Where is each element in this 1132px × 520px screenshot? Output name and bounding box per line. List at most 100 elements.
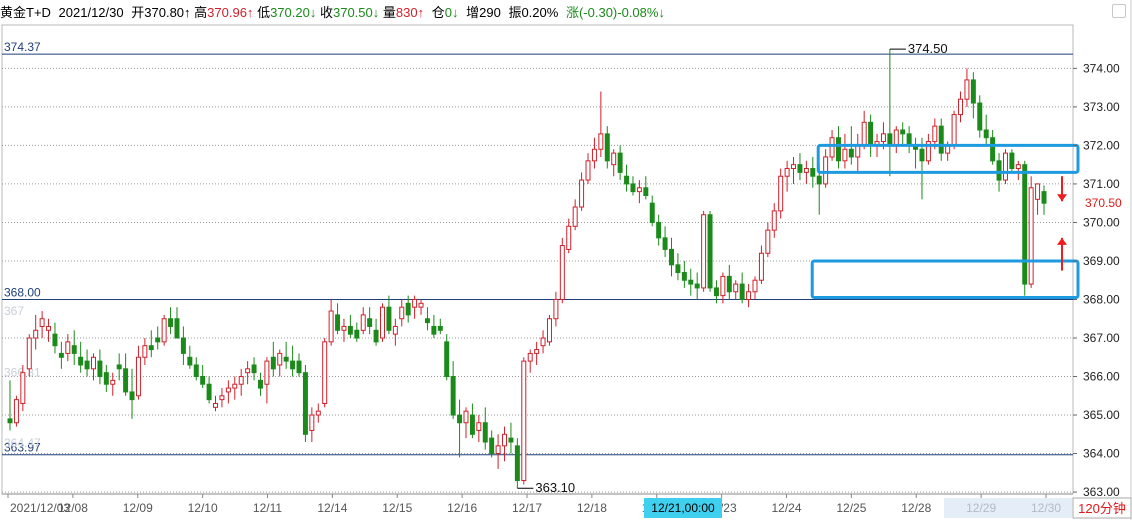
candle-body [418, 302, 424, 308]
candle-body [752, 279, 758, 293]
candle-body [13, 399, 19, 424]
x-tick-label: 12/10 [188, 501, 218, 515]
candle-body [964, 79, 970, 100]
candle-body [553, 298, 559, 320]
candle-body [739, 283, 745, 300]
candle-body [829, 137, 835, 158]
candle-body [617, 152, 623, 173]
candle-body [932, 125, 938, 143]
candle-body [58, 352, 64, 358]
candle-body [643, 187, 649, 196]
x-tick-label: 12/09 [123, 501, 153, 515]
candle-body [983, 129, 989, 139]
candle-body [527, 352, 533, 362]
y-tick-label: 369.00 [1083, 254, 1120, 268]
candle-body [444, 341, 450, 378]
candle-body [534, 349, 540, 354]
candle-body [900, 129, 906, 135]
candle-body [958, 98, 964, 116]
candle-body [861, 121, 867, 146]
candle-body [270, 356, 276, 370]
price-line-label: 374.37 [4, 40, 41, 54]
candle-body [405, 302, 411, 316]
candle-body [630, 183, 636, 193]
candle-body [219, 395, 225, 401]
candle-body [200, 376, 206, 385]
candle-body [264, 360, 270, 385]
y-tick-label: 374.00 [1083, 61, 1120, 75]
candle-body [803, 168, 809, 173]
candle-body [855, 144, 861, 158]
candle-body [675, 264, 681, 274]
candle-body [225, 387, 231, 393]
candle-body [951, 114, 957, 146]
candle-body [771, 210, 777, 231]
candle-body [84, 360, 90, 370]
x-tick-label: 12/17 [512, 501, 542, 515]
x-tick-label: 12/16 [447, 501, 477, 515]
candle-body [78, 356, 84, 366]
y-tick-label: 367.00 [1083, 331, 1120, 345]
y-tick-label: 371.00 [1083, 177, 1120, 191]
candle-body [129, 391, 135, 401]
candle-body [1015, 164, 1021, 170]
candle-body [296, 360, 302, 374]
candle-body [1041, 191, 1047, 204]
candle-body [20, 372, 26, 404]
candle-body [868, 121, 874, 146]
y-tick-label: 373.00 [1083, 100, 1120, 114]
candle-body [733, 283, 739, 293]
candle-body [579, 179, 585, 208]
y-tick-label: 363.00 [1083, 485, 1120, 499]
candle-body [155, 337, 161, 343]
candle-body [33, 329, 39, 339]
y-tick-label: 372.00 [1083, 138, 1120, 152]
candle-body [180, 337, 186, 354]
price-line-label: 368.00 [4, 285, 41, 299]
candle-body [277, 352, 283, 366]
x-tick-label: 12/28 [901, 501, 931, 515]
down-arrow [1057, 194, 1067, 202]
candle-body [919, 148, 925, 162]
candle-body [424, 318, 430, 324]
candle-body [103, 372, 109, 385]
y-tick-label: 368.00 [1083, 292, 1120, 306]
candle-body [386, 306, 392, 331]
candle-body [778, 175, 784, 212]
candle-body [168, 318, 174, 327]
candle-body [65, 341, 71, 354]
x-tick-label: 12/24 [771, 501, 801, 515]
candle-body [116, 364, 122, 370]
candle-body [816, 175, 822, 185]
y-tick-label: 370.00 [1083, 215, 1120, 229]
candle-body [591, 148, 597, 162]
candle-body [412, 298, 418, 308]
candlestick-chart[interactable]: 374.37368.00363.97 367366.31364.47 374.5… [0, 0, 1132, 520]
candle-body [1002, 152, 1008, 181]
candle-body [123, 368, 129, 393]
candle-body [1035, 183, 1041, 200]
candle-body [848, 148, 854, 158]
candle-body [213, 402, 219, 408]
candle-body [174, 318, 180, 339]
candle-body [611, 152, 617, 166]
candle-body [354, 329, 360, 339]
candle-body [990, 137, 996, 162]
candle-body [110, 379, 116, 385]
candle-body [758, 252, 764, 281]
selection-highlight [944, 498, 1072, 518]
candle-body [1022, 164, 1028, 285]
x-tick-label: 12/08 [58, 501, 88, 515]
candle-body [469, 414, 475, 435]
candle-body [46, 325, 52, 331]
faded-price-label: 364.47 [4, 436, 41, 450]
candle-body [290, 360, 296, 370]
candle-body [572, 206, 578, 227]
candle-body [257, 379, 263, 389]
candle-body [399, 306, 405, 320]
candle-body [566, 225, 572, 250]
candle-body [791, 164, 797, 170]
candle-body [315, 410, 321, 416]
candle-body [996, 160, 1002, 181]
candle-body [135, 356, 141, 397]
